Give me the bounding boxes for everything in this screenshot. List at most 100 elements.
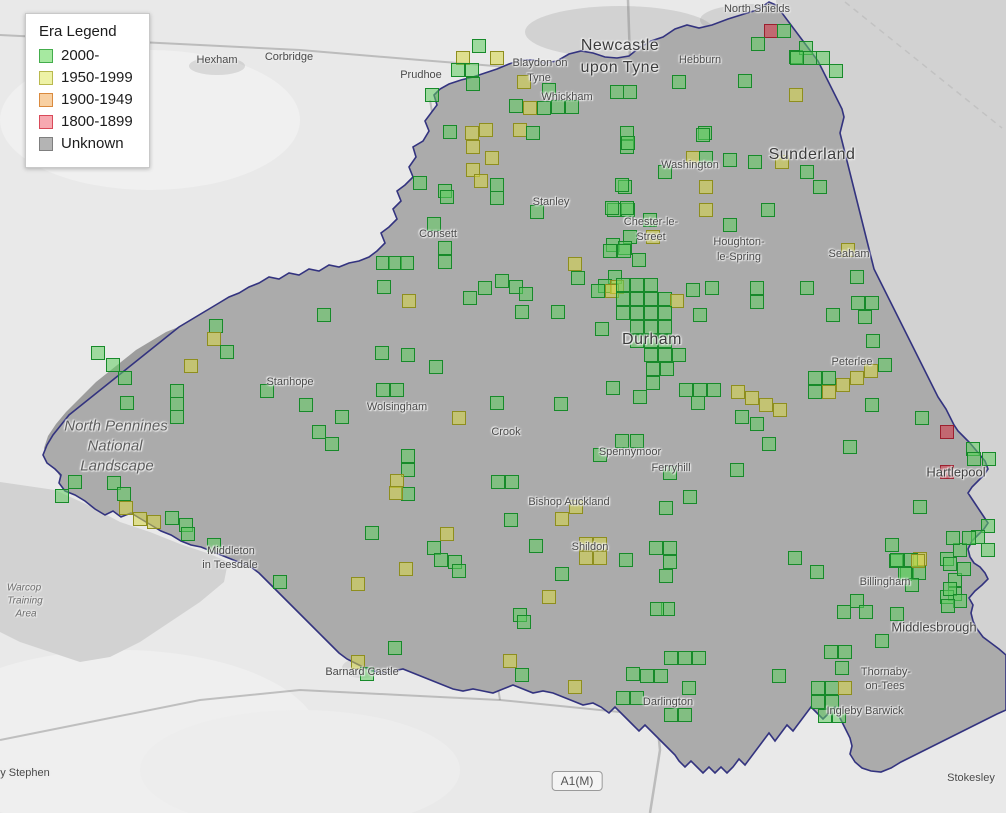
era-square-2000s[interactable] [649, 541, 663, 555]
era-square-2000s[interactable] [750, 417, 764, 431]
era-square-1950-1999[interactable] [207, 332, 221, 346]
era-square-2000s[interactable] [837, 605, 851, 619]
era-square-2000s[interactable] [401, 487, 415, 501]
era-square-2000s[interactable] [633, 390, 647, 404]
map-canvas[interactable]: Hexham Corbridge Prudhoe Newcastle upon Tyne… [0, 0, 1006, 813]
era-square-2000s[interactable] [843, 440, 857, 454]
era-square-2000s[interactable] [664, 708, 678, 722]
era-square-1950-1999[interactable] [485, 151, 499, 165]
era-square-2000s[interactable] [654, 669, 668, 683]
era-square-2000s[interactable] [672, 348, 686, 362]
era-square-2000s[interactable] [967, 452, 981, 466]
era-square-2000s[interactable] [723, 153, 737, 167]
era-square-1800-1899[interactable] [940, 425, 954, 439]
era-square-2000s[interactable] [490, 396, 504, 410]
era-square-1950-1999[interactable] [568, 257, 582, 271]
era-square-1950-1999[interactable] [745, 391, 759, 405]
era-square-1950-1999[interactable] [399, 562, 413, 576]
era-square-2000s[interactable] [650, 602, 664, 616]
era-square-2000s[interactable] [850, 270, 864, 284]
era-square-2000s[interactable] [644, 334, 658, 348]
era-square-2000s[interactable] [644, 278, 658, 292]
era-square-2000s[interactable] [165, 511, 179, 525]
era-square-2000s[interactable] [170, 384, 184, 398]
era-square-2000s[interactable] [811, 681, 825, 695]
era-square-2000s[interactable] [591, 284, 605, 298]
era-square-2000s[interactable] [826, 308, 840, 322]
era-square-2000s[interactable] [260, 384, 274, 398]
era-square-2000s[interactable] [526, 126, 540, 140]
era-square-2000s[interactable] [440, 190, 454, 204]
era-square-2000s[interactable] [663, 555, 677, 569]
era-square-2000s[interactable] [630, 292, 644, 306]
era-square-2000s[interactable] [678, 651, 692, 665]
era-square-2000s[interactable] [466, 77, 480, 91]
era-square-2000s[interactable] [705, 281, 719, 295]
era-square-2000s[interactable] [658, 165, 672, 179]
era-square-1950-1999[interactable] [593, 537, 607, 551]
era-square-1800-1899[interactable] [940, 465, 954, 479]
era-square-2000s[interactable] [554, 397, 568, 411]
era-square-2000s[interactable] [875, 634, 889, 648]
era-square-1950-1999[interactable] [759, 398, 773, 412]
era-square-1950-1999[interactable] [731, 385, 745, 399]
era-square-2000s[interactable] [615, 178, 629, 192]
era-square-1950-1999[interactable] [465, 126, 479, 140]
era-square-2000s[interactable] [209, 319, 223, 333]
era-square-2000s[interactable] [832, 709, 846, 723]
era-square-2000s[interactable] [55, 489, 69, 503]
era-square-2000s[interactable] [220, 345, 234, 359]
era-square-1950-1999[interactable] [184, 359, 198, 373]
era-square-2000s[interactable] [443, 125, 457, 139]
era-square-1950-1999[interactable] [646, 230, 660, 244]
era-square-1950-1999[interactable] [503, 654, 517, 668]
era-square-2000s[interactable] [953, 594, 967, 608]
era-square-2000s[interactable] [606, 381, 620, 395]
era-square-2000s[interactable] [772, 669, 786, 683]
era-square-2000s[interactable] [619, 553, 633, 567]
era-square-2000s[interactable] [388, 641, 402, 655]
era-square-2000s[interactable] [478, 281, 492, 295]
era-square-2000s[interactable] [644, 348, 658, 362]
era-square-2000s[interactable] [953, 543, 967, 557]
era-square-2000s[interactable] [788, 551, 802, 565]
era-square-2000s[interactable] [762, 437, 776, 451]
era-square-2000s[interactable] [593, 448, 607, 462]
era-square-2000s[interactable] [438, 241, 452, 255]
era-square-1950-1999[interactable] [773, 403, 787, 417]
era-square-2000s[interactable] [616, 278, 630, 292]
era-square-2000s[interactable] [376, 383, 390, 397]
era-square-2000s[interactable] [811, 695, 825, 709]
era-square-1950-1999[interactable] [351, 577, 365, 591]
era-square-2000s[interactable] [659, 569, 673, 583]
era-square-1950-1999[interactable] [479, 123, 493, 137]
era-square-2000s[interactable] [686, 283, 700, 297]
era-square-2000s[interactable] [723, 218, 737, 232]
era-square-2000s[interactable] [644, 292, 658, 306]
era-square-2000s[interactable] [808, 385, 822, 399]
era-square-2000s[interactable] [699, 151, 713, 165]
era-square-2000s[interactable] [913, 500, 927, 514]
era-square-1950-1999[interactable] [670, 294, 684, 308]
era-square-1950-1999[interactable] [490, 51, 504, 65]
era-square-2000s[interactable] [644, 306, 658, 320]
era-square-2000s[interactable] [838, 645, 852, 659]
era-square-2000s[interactable] [981, 543, 995, 557]
era-square-1950-1999[interactable] [789, 88, 803, 102]
era-square-1950-1999[interactable] [513, 123, 527, 137]
era-square-2000s[interactable] [691, 396, 705, 410]
era-square-2000s[interactable] [495, 274, 509, 288]
era-square-1950-1999[interactable] [389, 486, 403, 500]
era-square-2000s[interactable] [658, 320, 672, 334]
era-square-2000s[interactable] [542, 83, 556, 97]
era-square-2000s[interactable] [865, 296, 879, 310]
era-square-2000s[interactable] [825, 695, 839, 709]
era-square-2000s[interactable] [738, 74, 752, 88]
era-square-2000s[interactable] [91, 346, 105, 360]
era-square-2000s[interactable] [603, 244, 617, 258]
era-square-2000s[interactable] [707, 383, 721, 397]
era-square-1950-1999[interactable] [555, 512, 569, 526]
era-square-2000s[interactable] [905, 578, 919, 592]
era-square-2000s[interactable] [683, 490, 697, 504]
era-square-2000s[interactable] [630, 278, 644, 292]
